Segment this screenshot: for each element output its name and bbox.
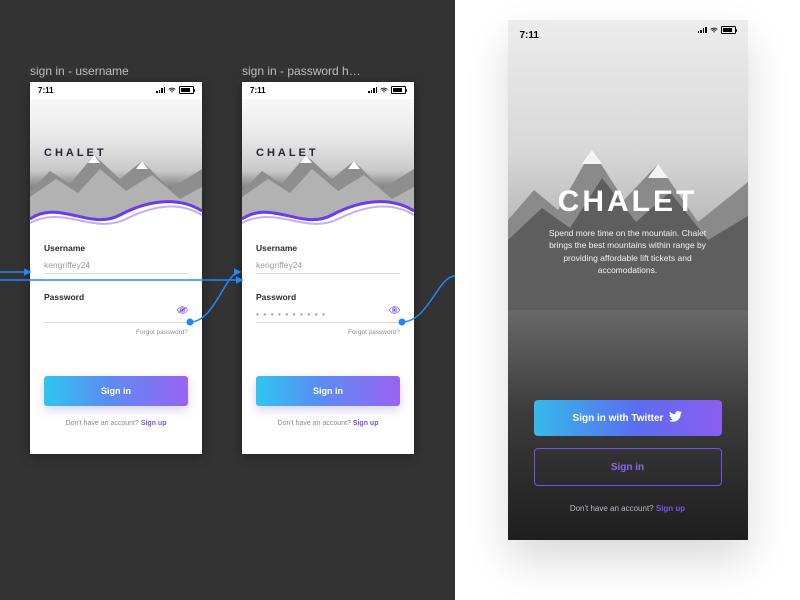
eye-icon[interactable] — [389, 301, 400, 319]
app-tagline: Spend more time on the mountain. Chalet … — [538, 227, 718, 276]
signal-icon — [156, 87, 165, 94]
wifi-icon — [168, 87, 176, 93]
signal-icon — [368, 87, 377, 94]
onboarding-screen[interactable]: 7:11 CHALET Spend more time on the mount… — [508, 20, 748, 540]
signup-link[interactable]: Sign up — [656, 504, 685, 513]
signup-line: Don't have an account? Sign up — [30, 420, 202, 427]
signup-link[interactable]: Sign up — [353, 420, 379, 427]
password-label: Password — [256, 292, 400, 302]
app-title: CHALET — [534, 185, 722, 219]
signup-link[interactable]: Sign up — [141, 420, 167, 427]
artboard-signin-password[interactable]: 7:11 CHALET Username Password — [242, 82, 414, 454]
forgot-password-link[interactable]: Forgot password? — [44, 329, 188, 336]
signup-prompt: Don't have an account? — [66, 420, 139, 427]
preview-pane: 7:11 CHALET Spend more time on the mount… — [455, 0, 800, 600]
forgot-password-link[interactable]: Forgot password? — [256, 329, 400, 336]
signin-button[interactable]: Sign in — [44, 376, 188, 406]
hero-image: CHALET — [30, 99, 202, 229]
signup-prompt: Don't have an account? — [278, 420, 351, 427]
brand-logo: CHALET — [256, 147, 319, 159]
twitter-btn-label: Sign in with Twitter — [573, 413, 664, 424]
signup-line: Don't have an account? Sign up — [242, 420, 414, 427]
password-field[interactable] — [256, 307, 400, 323]
password-field[interactable] — [44, 307, 188, 323]
status-bar: 7:11 — [30, 82, 202, 99]
hero-image: CHALET — [242, 99, 414, 229]
twitter-icon — [669, 411, 682, 425]
artboard-signin-username[interactable]: 7:11 CHALET Username Password — [30, 82, 202, 454]
signup-prompt: Don't have an account? — [570, 504, 654, 513]
signup-line: Don't have an account? Sign up — [534, 504, 722, 513]
username-field[interactable] — [44, 258, 188, 274]
status-time: 7:11 — [38, 86, 54, 95]
twitter-signin-button[interactable]: Sign in with Twitter — [534, 400, 722, 436]
status-time: 7:11 — [250, 86, 266, 95]
battery-icon — [391, 86, 406, 94]
wifi-icon — [380, 87, 388, 93]
artboard-label-2: sign in - password h… — [242, 64, 361, 78]
username-field[interactable] — [256, 258, 400, 274]
signin-button[interactable]: Sign in — [534, 448, 722, 486]
eye-icon[interactable] — [177, 301, 188, 319]
username-label: Username — [256, 243, 400, 253]
design-canvas[interactable]: sign in - username sign in - password h…… — [0, 0, 455, 600]
brand-logo: CHALET — [44, 147, 107, 159]
status-bar: 7:11 — [242, 82, 414, 99]
signin-button[interactable]: Sign in — [256, 376, 400, 406]
artboard-label-1: sign in - username — [30, 64, 129, 78]
password-label: Password — [44, 292, 188, 302]
username-label: Username — [44, 243, 188, 253]
battery-icon — [179, 86, 194, 94]
